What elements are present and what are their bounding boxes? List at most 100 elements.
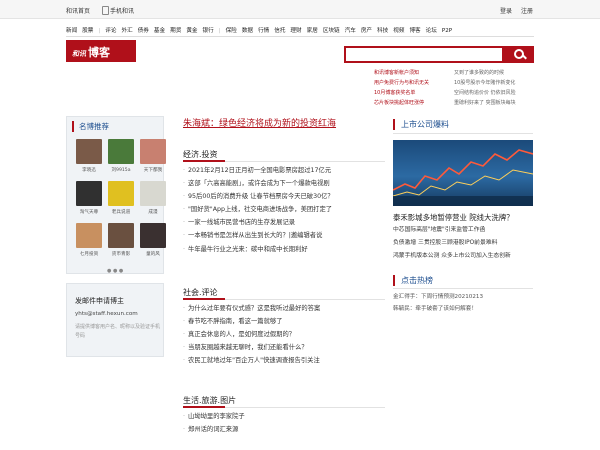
blogger-name[interactable]: 货币青影 xyxy=(104,251,138,257)
hot-row: 用户免费行为与和讯无关 10股号股示今年赌作新变化 xyxy=(374,78,534,88)
nav-item[interactable]: 保险 xyxy=(226,28,237,34)
avatar[interactable] xyxy=(108,181,134,206)
news-item[interactable]: 春节吃不胖指南，看这一篇就够了 xyxy=(183,315,385,328)
news-item[interactable]: 山坳坳里的李家院子 xyxy=(183,410,385,423)
hot-ranking-item[interactable]: 金汇得手：下周行情预测20210213 xyxy=(393,291,533,303)
section-title[interactable]: 社会.评论 xyxy=(183,287,218,298)
avatar[interactable] xyxy=(108,223,134,248)
blogger-name[interactable]: 七月投资 xyxy=(72,251,106,257)
blogger-name[interactable]: 老兵说道 xyxy=(104,209,138,215)
blogger-name[interactable]: 李晓迅 xyxy=(72,167,106,173)
section-title[interactable]: 经济.投资 xyxy=(183,149,218,160)
nav-divider: | xyxy=(98,28,101,34)
avatar[interactable] xyxy=(76,139,102,164)
featured-news-link[interactable]: 泰禾影城多地暂停营业 院线大洗牌？ xyxy=(393,212,514,223)
search-input[interactable] xyxy=(344,46,504,63)
nav-item[interactable]: 外汇 xyxy=(122,28,133,34)
nav-item[interactable]: 理财 xyxy=(290,28,301,34)
section-accent xyxy=(183,298,225,300)
hot-link[interactable]: 芯片板块挑起体旺涨停 xyxy=(374,98,454,108)
hot-link[interactable]: 和讯博客新帐户须知 xyxy=(374,68,454,78)
news-item[interactable]: 一本畅销书是怎样从出生到长大的？|邀编辑者说 xyxy=(183,229,385,242)
nav-item[interactable]: 银行 xyxy=(203,28,214,34)
section-accent xyxy=(183,160,225,162)
nav-item[interactable]: 黄金 xyxy=(186,28,197,34)
hot-link[interactable]: 重磅利好来了 突围板块每块 xyxy=(454,98,534,108)
blogger-name[interactable]: 成漫 xyxy=(136,209,170,215)
avatar[interactable] xyxy=(76,181,102,206)
nav-item[interactable]: 行情 xyxy=(258,28,269,34)
nav-item[interactable]: 区块链 xyxy=(323,28,340,34)
divider xyxy=(393,133,533,134)
news-item[interactable]: 95后00后的消费升级 让春节档票房今天已破30亿？ xyxy=(183,190,385,203)
hot-ranking-item[interactable]: 韩毓民：牵手破套了该如何解套！ xyxy=(393,303,533,315)
apply-desc: 请提供博客用户名、昵称以及验证手机号码 xyxy=(75,324,161,339)
avatar[interactable] xyxy=(76,223,102,248)
blogger-name[interactable]: 天下都我 xyxy=(136,167,170,173)
hot-row: 10月博客获奖名单 空间结构追价价 仍依旧风险 xyxy=(374,88,534,98)
hot-links: 和讯博客新帐户须知 又到了谁多致的的时候 用户免费行为与和讯无关 10股号股示今年赌作… xyxy=(374,68,534,108)
news-item[interactable]: 当朋友圈越来越无聊时，我们还能看什么？ xyxy=(183,341,385,354)
hot-link[interactable]: 又到了谁多致的的时候 xyxy=(454,68,534,78)
hot-link[interactable]: 10月博客获奖名单 xyxy=(374,88,454,98)
nav-item[interactable]: 科技 xyxy=(377,28,388,34)
search-icon[interactable] xyxy=(504,46,534,63)
nav-item[interactable]: 新闻 xyxy=(66,28,77,34)
hot-link[interactable]: 10股号股示今年赌作新变化 xyxy=(454,78,534,88)
hot-link[interactable]: 用户免费行为与和讯无关 xyxy=(374,78,454,88)
nav-item[interactable]: 论坛 xyxy=(426,28,437,34)
divider xyxy=(66,36,534,37)
nav-item[interactable]: 债券 xyxy=(138,28,149,34)
listed-news-list: 中芯国际高层"地震"引来监管工作函 负债激增 三贯控股三顾港股IPO前景难料 鸿蒙手… xyxy=(393,224,533,262)
famous-blogs-title: 名博推荐 xyxy=(72,121,109,132)
logo-small-text: 和讯 xyxy=(72,50,86,58)
blog-logo[interactable]: 和讯 博客 xyxy=(66,40,136,62)
news-item[interactable]: 一家一线城市民营书店的生存发展记录 xyxy=(183,216,385,229)
blogger-name[interactable]: 刘9915a xyxy=(104,167,138,173)
news-item[interactable]: 2021年2月12日正月初一全国电影票房超过17亿元 xyxy=(183,164,385,177)
nav-item[interactable]: 房产 xyxy=(361,28,372,34)
avatar[interactable] xyxy=(140,139,166,164)
news-item[interactable]: 为什么过年要有仪式感？这是我听过最好的答案 xyxy=(183,302,385,315)
nav-item[interactable]: 家居 xyxy=(307,28,318,34)
nav-item[interactable]: 股票 xyxy=(82,28,93,34)
nav-divider: | xyxy=(218,28,221,34)
blogger-name[interactable]: 童的风 xyxy=(136,251,170,257)
nav-item[interactable]: 数据 xyxy=(242,28,253,34)
nav-item[interactable]: 视频 xyxy=(393,28,404,34)
blogger-name[interactable]: 淘气天尊 xyxy=(72,209,106,215)
news-item[interactable]: 郑州话的词汇来源 xyxy=(183,423,385,436)
home-link[interactable]: 和讯首页 xyxy=(66,6,90,15)
news-photo[interactable] xyxy=(393,140,533,206)
nav-item[interactable]: 博客 xyxy=(409,28,420,34)
news-item[interactable]: 真正会休息的人，是如何度过假期的？ xyxy=(183,328,385,341)
register-link[interactable]: 注册 xyxy=(521,6,533,15)
news-item[interactable]: 牛年最牛行业之光来：碳中和成中长期利好 xyxy=(183,243,385,256)
login-link[interactable]: 登录 xyxy=(500,6,512,15)
hot-link[interactable]: 空间结构追价价 仍依旧风险 xyxy=(454,88,534,98)
news-item[interactable]: 农民工就地过年"百企万人"快速调查报告引关注 xyxy=(183,354,385,367)
apply-email[interactable]: yhts@staff.hexun.com xyxy=(75,311,138,317)
nav-item[interactable]: 期货 xyxy=(170,28,181,34)
avatar[interactable] xyxy=(108,139,134,164)
nav-item[interactable]: 汽车 xyxy=(345,28,356,34)
listed-news-item[interactable]: 鸿蒙手机版本公测 众多上市公司加入生态创新 xyxy=(393,250,533,263)
avatar[interactable] xyxy=(140,223,166,248)
nav-item[interactable]: 评论 xyxy=(105,28,116,34)
avatar[interactable] xyxy=(140,181,166,206)
news-list: 2021年2月12日正月初一全国电影票房超过17亿元这部「六高高能剧」，或许会成… xyxy=(183,164,385,256)
nav-item[interactable]: P2P xyxy=(442,28,452,34)
section-title[interactable]: 生活.旅游.图片 xyxy=(183,395,236,406)
carousel-dots[interactable]: ● ● ● xyxy=(107,268,123,274)
headline-link[interactable]: 朱海斌：绿色经济将成为新的投资红海 xyxy=(183,116,383,129)
mobile-link[interactable]: 手机和讯 xyxy=(102,6,134,15)
listed-news-item[interactable]: 中芯国际高层"地震"引来监管工作函 xyxy=(393,224,533,237)
hot-row: 芯片板块挑起体旺涨停 重磅利好来了 突围板块每块 xyxy=(374,98,534,108)
news-item[interactable]: 这部「六高高能剧」，或许会成为下一个爆款电视剧 xyxy=(183,177,385,190)
listed-news-item[interactable]: 负债激增 三贯控股三顾港股IPO前景难料 xyxy=(393,237,533,250)
news-item[interactable]: "国好货"App上线，社交电商进场战争，美团打定了 xyxy=(183,203,385,216)
logo-big-text: 博客 xyxy=(88,46,110,59)
hot-row: 和讯博客新帐户须知 又到了谁多致的的时候 xyxy=(374,68,534,78)
nav-item[interactable]: 信托 xyxy=(274,28,285,34)
nav-item[interactable]: 基金 xyxy=(154,28,165,34)
